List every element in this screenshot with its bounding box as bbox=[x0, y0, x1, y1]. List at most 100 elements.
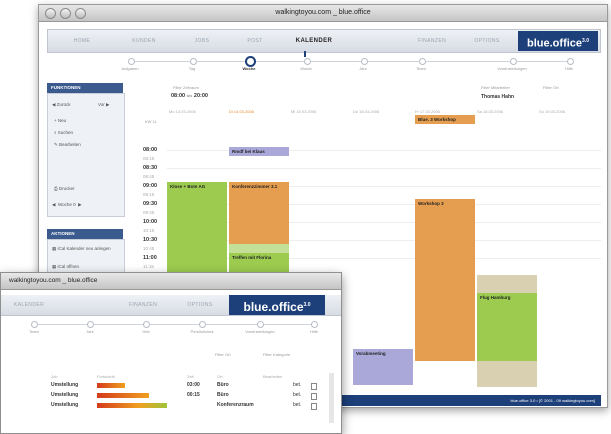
day-header[interactable]: So 19.03.2006 bbox=[539, 109, 565, 114]
scrollbar[interactable] bbox=[329, 373, 334, 423]
print-button[interactable]: ⎙ Drucker bbox=[54, 186, 75, 191]
timeline-node-monat[interactable] bbox=[304, 58, 311, 65]
event-workshop-3[interactable]: Workshop 3 bbox=[415, 199, 475, 361]
progress-bar bbox=[97, 403, 167, 408]
table-row[interactable]: Umstellung 00:15 Büro bet. bbox=[1, 391, 331, 400]
front-blue-office-logo[interactable]: blue.office3.0 bbox=[229, 295, 325, 315]
time-range-filter[interactable]: 08:00 bis 20:00 bbox=[171, 93, 208, 99]
front-timeline-node[interactable] bbox=[31, 321, 38, 328]
person-filter-value[interactable]: Thomas Hahn bbox=[481, 94, 514, 100]
time-label: 10:00 bbox=[143, 219, 158, 225]
front-nav-finanzen[interactable]: FINANZEN bbox=[117, 295, 169, 315]
front-timeline-node[interactable] bbox=[311, 321, 318, 328]
active-nav-indicator bbox=[304, 51, 306, 57]
week-nav-label: Woche 0 bbox=[57, 202, 76, 207]
nav-jobs[interactable]: JOBS bbox=[180, 30, 224, 52]
event-divider bbox=[229, 244, 289, 253]
table-row[interactable]: Umstellung Konferenzraum bet. bbox=[1, 401, 331, 410]
front-timeline-node[interactable] bbox=[87, 321, 94, 328]
day-header-today[interactable]: Di 14.03.2006 bbox=[229, 109, 254, 114]
front-nav-kalender[interactable]: KALENDER bbox=[5, 295, 53, 315]
event-konferenz[interactable]: Konferenzzimmer 3.1 bbox=[229, 182, 289, 244]
location-cell: Konferenzraum bbox=[217, 402, 254, 408]
edit-button[interactable]: ✎ Bearbeiten bbox=[54, 142, 81, 148]
table-row[interactable]: Umstellung 03:00 Büro bet. bbox=[1, 381, 331, 390]
printer-icon: ⎙ bbox=[54, 186, 58, 191]
back-label: Zurück bbox=[56, 102, 71, 107]
day-header[interactable]: Mi 15.03.2006 bbox=[291, 109, 316, 114]
actions-header: AKTIONEN bbox=[47, 229, 123, 239]
search-button[interactable]: ⌕ Suchen bbox=[54, 130, 73, 135]
edit-label: Bearbeiten bbox=[59, 142, 81, 147]
timeline-node-team[interactable] bbox=[419, 58, 426, 65]
day-header[interactable]: Sa 18.03.2006 bbox=[477, 109, 503, 114]
timeline-label: Voreinstellungen bbox=[497, 66, 527, 71]
event-label: Blue. 3 Workshop bbox=[418, 117, 456, 122]
trash-icon[interactable] bbox=[311, 403, 317, 410]
main-titlebar: walkingtoyou.com _ blue.office bbox=[39, 5, 607, 22]
day-header[interactable]: Mo 13.03.2006 bbox=[169, 109, 196, 114]
front-timeline-node[interactable] bbox=[199, 321, 206, 328]
time-label: 08:15 bbox=[143, 156, 155, 161]
edit-link[interactable]: bet. bbox=[293, 381, 301, 390]
event-blue-workshop[interactable]: Blue. 3 Workshop bbox=[415, 115, 475, 124]
forward-button[interactable]: Vor ▶ bbox=[98, 102, 109, 108]
event-flug-hamburg[interactable]: Flug Hamburg bbox=[477, 293, 537, 361]
blue-office-logo[interactable]: blue.office3.0 bbox=[518, 31, 598, 51]
person-filter-label: Filter Mitarbeiter bbox=[481, 85, 510, 90]
timeline-node-jahr[interactable] bbox=[361, 58, 368, 65]
day-header[interactable]: Fr 17.03.2006 bbox=[415, 109, 440, 114]
nav-home[interactable]: HOME bbox=[58, 30, 106, 52]
search-icon: ⌕ bbox=[54, 130, 57, 135]
ical-open-action[interactable]: ▦ iCal öffnen bbox=[52, 264, 79, 270]
nav-kalender[interactable]: KALENDER bbox=[284, 30, 344, 52]
back-button[interactable]: ◀ Zurück bbox=[52, 102, 70, 108]
front-nav-options[interactable]: OPTIONS bbox=[177, 295, 223, 315]
event-rmdf[interactable]: Rmdf bei Klaus bbox=[229, 147, 289, 156]
event-label: Vorabmeeting bbox=[356, 351, 386, 356]
timeline-node-aufgaben[interactable] bbox=[128, 58, 135, 65]
column-header-edit[interactable]: Bearbeiten bbox=[263, 374, 282, 379]
day-header[interactable]: Do 16.03.2006 bbox=[353, 109, 379, 114]
ical-new-action[interactable]: ▦ iCal Kalender neu anlegen bbox=[52, 246, 116, 252]
time-label: 10:15 bbox=[143, 228, 155, 233]
time-label: 08:00 bbox=[143, 147, 158, 153]
timeline-label: Hilfe bbox=[564, 66, 573, 71]
column-header-progress[interactable]: Fortschritt bbox=[97, 374, 115, 379]
edit-link[interactable]: bet. bbox=[293, 391, 301, 400]
column-header-time[interactable]: Zeit bbox=[187, 374, 194, 379]
nav-kunden[interactable]: KUNDEN bbox=[116, 30, 172, 52]
week-nav[interactable]: ◀ Woche 0 ▶ bbox=[52, 202, 82, 208]
time-label: 08:45 bbox=[143, 174, 155, 179]
progress-bar bbox=[97, 383, 125, 388]
new-button[interactable]: + Neu bbox=[54, 118, 66, 123]
timeline-node-hilfe[interactable] bbox=[567, 58, 574, 65]
timeline-node-tag[interactable] bbox=[190, 58, 197, 65]
timeline-label: Monat bbox=[300, 66, 312, 71]
location-filter-label[interactable]: Filter Ort bbox=[543, 85, 559, 90]
nav-options[interactable]: OPTIONS bbox=[462, 30, 512, 52]
timeline-label: Team bbox=[29, 329, 39, 334]
column-header-location[interactable]: Ort bbox=[217, 374, 223, 379]
front-timeline-node[interactable] bbox=[143, 321, 150, 328]
minimize-button[interactable] bbox=[60, 8, 71, 19]
event-tan-bottom bbox=[477, 361, 537, 387]
column-header-job[interactable]: Job bbox=[51, 374, 57, 379]
trash-icon[interactable] bbox=[311, 393, 317, 400]
location-filter-label[interactable]: Filter Ort bbox=[215, 352, 231, 357]
nav-post[interactable]: POST bbox=[234, 30, 276, 52]
trash-icon[interactable] bbox=[311, 383, 317, 390]
front-timeline-node[interactable] bbox=[257, 321, 264, 328]
zoom-button[interactable] bbox=[75, 8, 86, 19]
event-vorabmeeting[interactable]: Vorabmeeting bbox=[353, 349, 413, 385]
category-filter-label[interactable]: Filter Kategorie bbox=[263, 352, 290, 357]
time-label: 09:45 bbox=[143, 210, 155, 215]
timeline-label: Voreinstellungen bbox=[245, 329, 275, 334]
edit-link[interactable]: bet. bbox=[293, 401, 301, 410]
main-window-title: walkingtoyou.com _ blue.office bbox=[275, 9, 371, 16]
close-button[interactable] bbox=[45, 8, 56, 19]
nav-finanzen[interactable]: FINANZEN bbox=[404, 30, 460, 52]
timeline-node-voreinstellungen[interactable] bbox=[510, 58, 517, 65]
pencil-icon: ✎ bbox=[54, 142, 58, 147]
footer-bar: blue.office 3.0 • [© 2001 - 09 walkingto… bbox=[339, 395, 601, 406]
